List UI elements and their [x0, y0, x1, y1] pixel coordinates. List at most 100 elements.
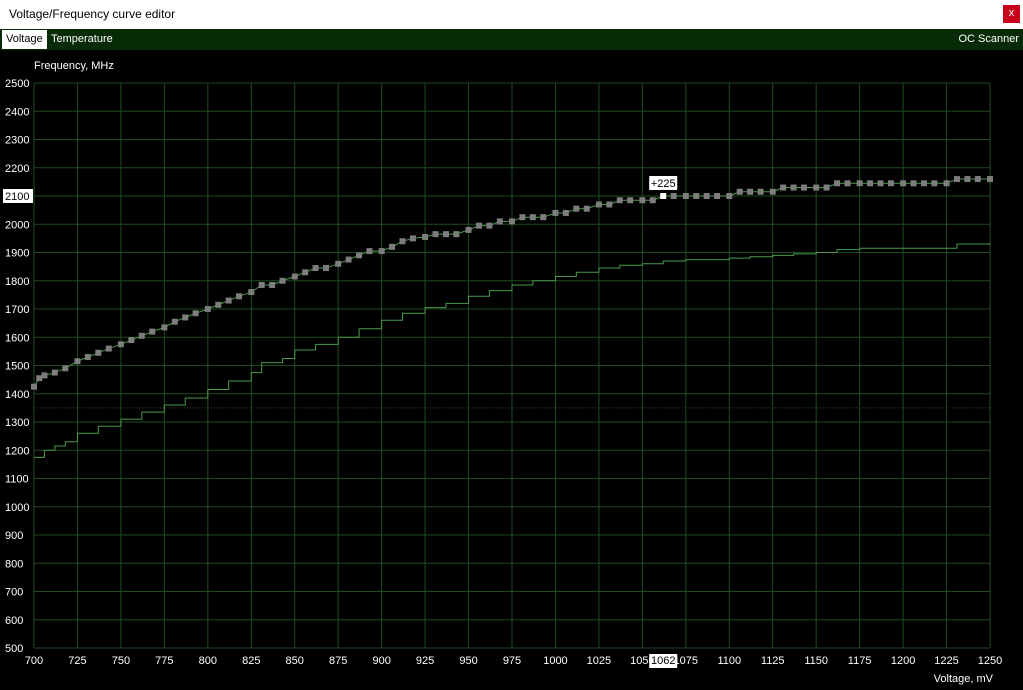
x-tick-label: 950 [459, 655, 477, 667]
curve-point [62, 365, 69, 372]
curve-point [171, 318, 178, 325]
x-tick-label: 700 [25, 655, 43, 667]
x-tick-label: 975 [503, 655, 521, 667]
curve-point [887, 180, 894, 187]
y-tick-label: 1400 [5, 389, 29, 401]
curve-point [627, 197, 634, 204]
curve-point [182, 314, 189, 321]
x-tick-label: 825 [242, 655, 260, 667]
curve-point [41, 372, 48, 379]
curve-point [670, 193, 677, 199]
curve-point [74, 358, 81, 365]
curve-point [335, 260, 342, 267]
curve-point [51, 369, 58, 376]
curve-point [302, 269, 309, 276]
curve-point [540, 214, 547, 221]
curve-point [573, 205, 580, 212]
curve-point [736, 188, 743, 195]
y-tick-label: 2200 [5, 163, 29, 175]
curve-point [291, 273, 298, 280]
x-tick-label: 1150 [804, 655, 828, 667]
y-tick-label: 900 [5, 530, 23, 542]
tab-temperature[interactable]: Temperature [47, 30, 117, 49]
curve-point [486, 222, 493, 229]
curve-point [900, 180, 907, 187]
curve-point [606, 201, 613, 208]
curve-point [269, 281, 276, 288]
curve-point [366, 248, 373, 255]
curve-point [442, 231, 449, 238]
y-tick-label: 800 [5, 558, 23, 570]
x-tick-label: 900 [372, 655, 390, 667]
x-tick-label: 925 [416, 655, 434, 667]
curve-point [616, 197, 623, 204]
x-tick-label: 1125 [761, 655, 785, 667]
curve-point [943, 180, 950, 187]
y-tick-label: 1000 [5, 502, 29, 514]
curve-point [422, 233, 429, 240]
curve-point [279, 277, 286, 284]
y-tick-label: 2500 [5, 78, 29, 90]
curve-point [529, 214, 536, 221]
grid [33, 82, 991, 649]
y-cursor-label: 2100 [5, 191, 29, 203]
curve-point [856, 180, 863, 187]
vf-curve-chart[interactable]: 700 725 750 775 800 825 850 875 900 925 950 975 1000… [0, 50, 1023, 690]
curve-point [726, 193, 733, 199]
curve-point [987, 176, 993, 183]
x-tick-label: 1100 [717, 655, 741, 667]
curve-point [378, 248, 385, 255]
curve-point [117, 341, 124, 348]
y-tick-label: 1500 [5, 361, 29, 373]
y-tick-label: 1300 [5, 417, 29, 429]
curve-point [910, 180, 917, 187]
curve-point [552, 209, 559, 216]
y-axis-label: Frequency, MHz [34, 60, 114, 72]
curve-point [714, 193, 721, 199]
curve-point [453, 231, 460, 238]
y-tick-label: 1900 [5, 248, 29, 260]
curve-point [465, 226, 472, 233]
x-tick-label: 1000 [543, 655, 567, 667]
curve-point [757, 188, 764, 195]
y-tick-label: 2300 [5, 135, 29, 147]
curve-point [204, 306, 211, 312]
curve-point [877, 180, 884, 187]
curve-point [920, 180, 927, 187]
curve-point [562, 209, 569, 216]
curve-point [813, 184, 820, 191]
curve-point [31, 383, 37, 390]
y-tick-label: 700 [5, 587, 23, 599]
x-tick-label: 1075 [674, 655, 698, 667]
x-tick-label: 1175 [848, 655, 872, 667]
curve-point [953, 176, 960, 183]
curve-point [703, 193, 710, 199]
x-tick-label: 1200 [891, 655, 915, 667]
curve-point [834, 180, 841, 187]
curve-point [867, 180, 874, 187]
curve-point [931, 180, 938, 187]
close-button[interactable]: x [1003, 5, 1020, 23]
curve-point [974, 176, 981, 183]
curve-point [323, 265, 330, 272]
curve-point [258, 281, 265, 288]
y-tick-label: 1700 [5, 304, 29, 316]
curve-point [747, 188, 754, 195]
curve-point [432, 231, 439, 238]
curve-point [138, 332, 145, 339]
curve-point [215, 301, 222, 308]
curve-point [312, 265, 319, 272]
curve-point [583, 205, 590, 212]
curve-point [649, 197, 656, 204]
tab-voltage[interactable]: Voltage [2, 30, 47, 49]
curve-point [769, 188, 776, 195]
curve-point [389, 243, 396, 250]
curve-point [519, 214, 526, 221]
curve-point [409, 235, 416, 242]
curve-point [790, 184, 797, 191]
title-bar: Voltage/Frequency curve editor x [0, 0, 1023, 29]
curve-point [356, 252, 363, 259]
oc-scanner-button[interactable]: OC Scanner [958, 30, 1019, 49]
y-tick-label: 500 [5, 643, 23, 655]
x-tick-label: 850 [286, 655, 304, 667]
